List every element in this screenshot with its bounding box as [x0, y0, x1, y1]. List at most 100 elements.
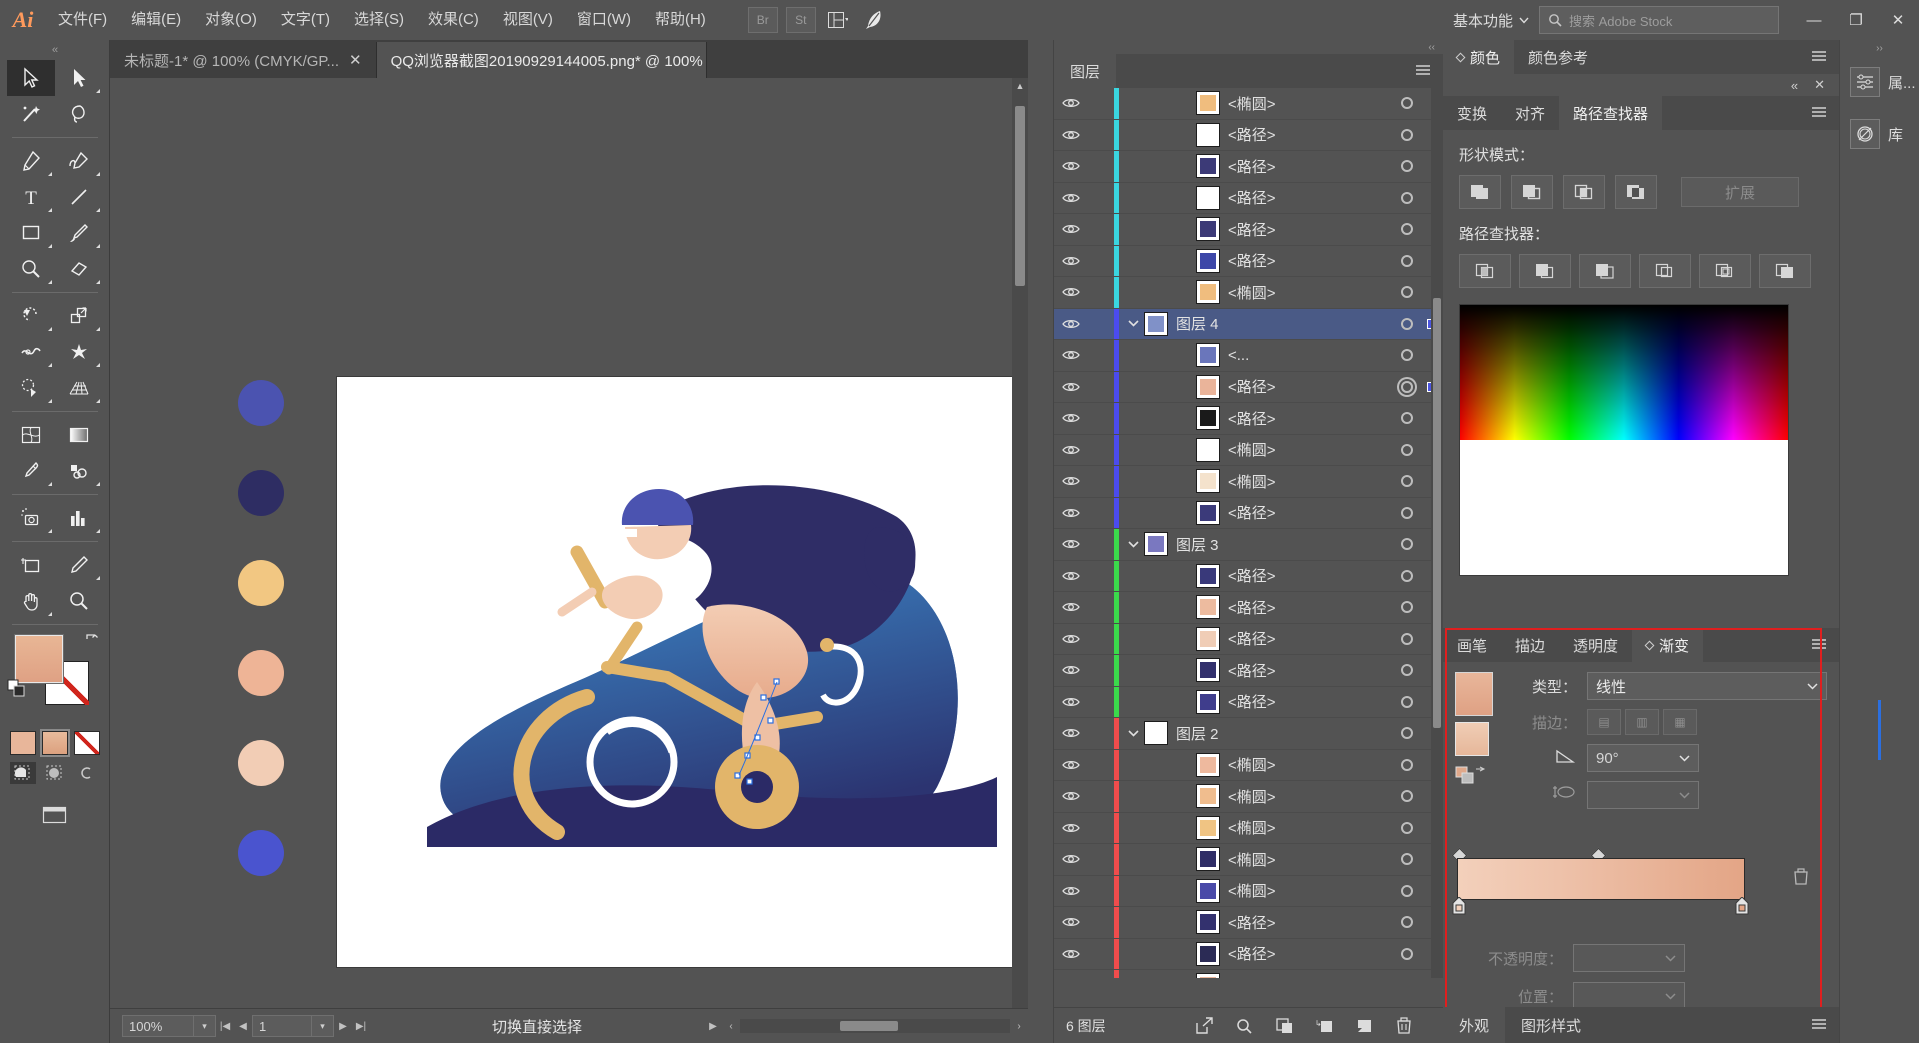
- visibility-eye-icon[interactable]: [1054, 538, 1088, 550]
- gradient-type-select[interactable]: 线性: [1587, 672, 1827, 700]
- document-tab-1[interactable]: 未标题-1* @ 100% (CMYK/GP... ✕: [110, 42, 377, 78]
- disclosure-chevron-icon[interactable]: [1122, 320, 1144, 327]
- tool-symbol-sprayer[interactable]: [7, 500, 55, 536]
- object-row[interactable]: <路径>: [1054, 560, 1443, 592]
- restore-button[interactable]: ❐: [1835, 0, 1877, 40]
- layer-name[interactable]: 图层 2: [1176, 723, 1393, 744]
- status-menu-arrow-icon[interactable]: ▶: [704, 1015, 722, 1037]
- bridge-icon[interactable]: Br: [747, 7, 778, 33]
- fill-swatch[interactable]: [13, 634, 64, 684]
- tool-shape-builder[interactable]: [7, 370, 55, 406]
- make-clipping-mask-icon[interactable]: [1264, 1008, 1304, 1043]
- menu-select[interactable]: 选择(S): [342, 0, 416, 40]
- close-button[interactable]: ✕: [1877, 0, 1919, 40]
- tool-artboard[interactable]: [7, 547, 55, 583]
- tab-color-guide[interactable]: 颜色参考: [1514, 40, 1602, 74]
- gradient-stop-end[interactable]: [1735, 896, 1749, 915]
- layer-row[interactable]: 图层 3: [1054, 529, 1443, 561]
- none-fill-button[interactable]: [73, 731, 100, 755]
- object-name[interactable]: <椭圆>: [1228, 439, 1393, 460]
- tool-scale[interactable]: [55, 298, 103, 334]
- layer-row[interactable]: 图层 2: [1054, 718, 1443, 750]
- rail-item-libraries[interactable]: 库: [1840, 108, 1919, 160]
- target-indicator[interactable]: [1393, 538, 1421, 551]
- color-panel-menu-icon[interactable]: [1799, 49, 1839, 66]
- target-indicator[interactable]: [1393, 884, 1421, 897]
- target-indicator[interactable]: [1393, 569, 1421, 582]
- tool-direct-selection[interactable]: [55, 60, 103, 96]
- menu-object[interactable]: 对象(O): [193, 0, 269, 40]
- layer-name[interactable]: 图层 4: [1176, 313, 1393, 334]
- target-indicator[interactable]: [1393, 695, 1421, 708]
- artboard-number-field[interactable]: 1: [252, 1015, 312, 1037]
- stock-icon[interactable]: St: [785, 7, 816, 33]
- visibility-eye-icon[interactable]: [1054, 192, 1088, 204]
- intersect-icon[interactable]: [1563, 175, 1605, 209]
- vertical-scroll-thumb[interactable]: [1015, 106, 1025, 286]
- object-name[interactable]: <椭圆>: [1228, 880, 1393, 901]
- object-row[interactable]: <路径>: [1054, 497, 1443, 529]
- change-screen-mode-button[interactable]: [38, 802, 72, 828]
- tool-free-transform[interactable]: [55, 334, 103, 370]
- tool-rectangle[interactable]: [7, 215, 55, 251]
- expand-button[interactable]: 扩展: [1681, 177, 1799, 207]
- artboard-dropdown-icon[interactable]: ▾: [312, 1015, 334, 1037]
- tool-rotate[interactable]: [7, 298, 55, 334]
- object-name[interactable]: <路径>: [1228, 250, 1393, 271]
- rail-item-properties[interactable]: 属...: [1840, 56, 1919, 108]
- object-name[interactable]: <路径>: [1228, 597, 1393, 618]
- draw-inside-button[interactable]: [74, 762, 100, 784]
- object-row[interactable]: <椭圆>: [1054, 434, 1443, 466]
- object-name[interactable]: <路径>: [1228, 502, 1393, 523]
- tool-column-graph[interactable]: [55, 500, 103, 536]
- object-row[interactable]: <椭圆>: [1054, 844, 1443, 876]
- object-row[interactable]: <椭圆>: [1054, 781, 1443, 813]
- tab-graphic-styles[interactable]: 图形样式: [1505, 1007, 1597, 1043]
- draw-behind-button[interactable]: [42, 762, 68, 784]
- tool-slice[interactable]: [55, 547, 103, 583]
- visibility-eye-icon[interactable]: [1054, 759, 1088, 771]
- object-row[interactable]: <椭圆>: [1054, 466, 1443, 498]
- target-indicator[interactable]: [1393, 223, 1421, 236]
- tool-shaper[interactable]: [7, 251, 55, 287]
- tool-blend[interactable]: [55, 453, 103, 489]
- object-name[interactable]: <椭圆>: [1228, 849, 1393, 870]
- gradient-ramp[interactable]: [1457, 858, 1745, 900]
- object-name[interactable]: <椭圆>: [1228, 754, 1393, 775]
- visibility-eye-icon[interactable]: [1054, 444, 1088, 456]
- gradient-stop-start[interactable]: [1452, 896, 1466, 915]
- tool-line-segment[interactable]: [55, 179, 103, 215]
- minimize-button[interactable]: —: [1793, 0, 1835, 40]
- swap-fill-stroke-icon[interactable]: [83, 633, 101, 652]
- outline-icon[interactable]: [1699, 254, 1751, 288]
- target-indicator[interactable]: [1393, 160, 1421, 173]
- object-row[interactable]: <路径>: [1054, 655, 1443, 687]
- tool-perspective-grid[interactable]: [55, 370, 103, 406]
- tool-mesh[interactable]: [7, 417, 55, 453]
- unite-icon[interactable]: [1459, 175, 1501, 209]
- target-indicator[interactable]: [1393, 758, 1421, 771]
- tool-lasso[interactable]: [55, 96, 103, 132]
- menu-type[interactable]: 文字(T): [269, 0, 342, 40]
- tab-transform[interactable]: 变换: [1443, 96, 1501, 130]
- menu-view[interactable]: 视图(V): [491, 0, 565, 40]
- layer-name[interactable]: 图层 3: [1176, 534, 1393, 555]
- tool-magic-wand[interactable]: [7, 96, 55, 132]
- menu-help[interactable]: 帮助(H): [643, 0, 718, 40]
- object-row[interactable]: <椭圆>: [1054, 812, 1443, 844]
- object-row[interactable]: <路径>: [1054, 623, 1443, 655]
- visibility-eye-icon[interactable]: [1054, 223, 1088, 235]
- visibility-eye-icon[interactable]: [1054, 475, 1088, 487]
- visibility-eye-icon[interactable]: [1054, 349, 1088, 361]
- merge-icon[interactable]: [1579, 254, 1631, 288]
- object-row[interactable]: <路径>: [1054, 214, 1443, 246]
- close-panel-icon[interactable]: ✕: [1814, 77, 1825, 93]
- horizontal-scrollbar[interactable]: [740, 1019, 1010, 1033]
- create-new-sublayer-icon[interactable]: ↳: [1304, 1008, 1344, 1043]
- tab-stroke[interactable]: 描边: [1501, 628, 1559, 662]
- tool-paintbrush[interactable]: [55, 215, 103, 251]
- horizontal-scroll-thumb[interactable]: [840, 1021, 898, 1031]
- object-name[interactable]: <路径>: [1228, 943, 1393, 964]
- target-indicator[interactable]: [1393, 947, 1421, 960]
- object-row[interactable]: <路径>: [1054, 592, 1443, 624]
